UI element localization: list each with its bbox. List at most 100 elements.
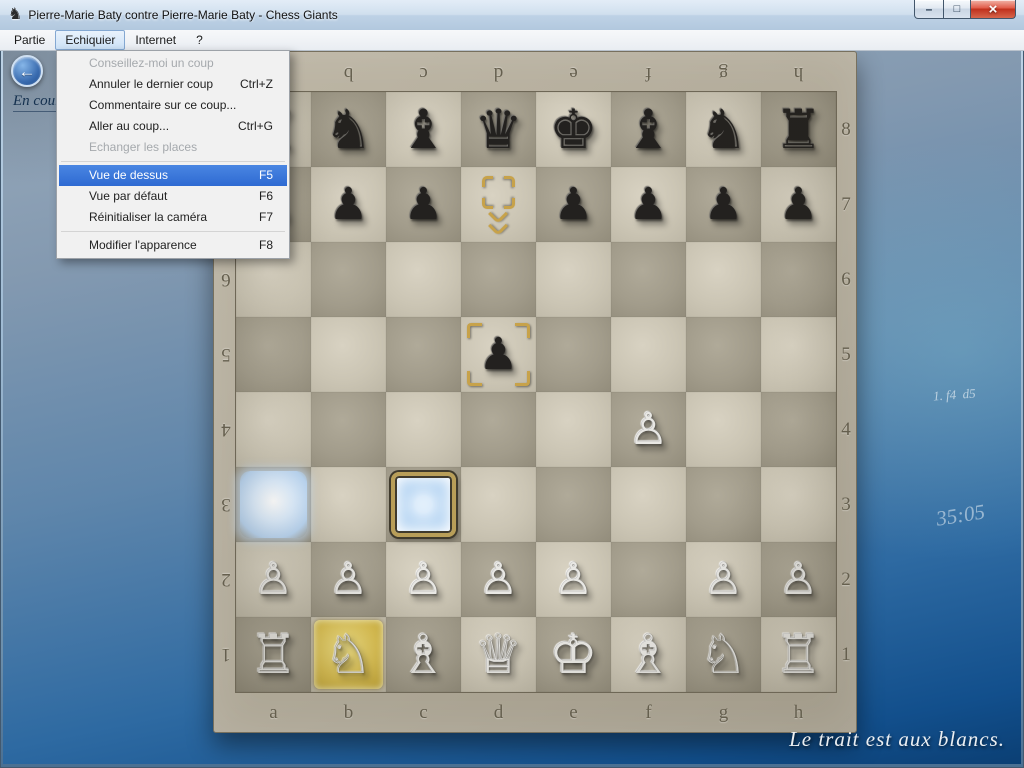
back-arrow-icon: ← [19, 63, 36, 80]
file-label-bottom-h: h [761, 697, 836, 729]
maximize-icon: □ [954, 4, 961, 15]
piece-bp-h7[interactable]: ♟ [761, 167, 836, 242]
menu-item-shortcut: F5 [259, 168, 273, 182]
square-f3[interactable] [611, 467, 686, 542]
piece-wp-c2[interactable]: ♙ [386, 542, 461, 617]
square-g3[interactable] [686, 467, 761, 542]
menu-item-label: Modifier l'apparence [89, 238, 197, 252]
menubar-item-help[interactable]: ? [186, 30, 213, 50]
rank-label-right-3: 3 [836, 467, 856, 542]
piece-wn-b1[interactable]: ♘ [311, 617, 386, 692]
menu-item[interactable]: Modifier l'apparenceF8 [59, 235, 287, 256]
piece-wp-b2[interactable]: ♙ [311, 542, 386, 617]
menu-item[interactable]: Vue par défautF6 [59, 186, 287, 207]
square-g4[interactable] [686, 392, 761, 467]
piece-wp-g2[interactable]: ♙ [686, 542, 761, 617]
piece-wq-d1[interactable]: ♕ [461, 617, 536, 692]
piece-wp-d2[interactable]: ♙ [461, 542, 536, 617]
file-label-top-h: h [761, 59, 836, 87]
close-button[interactable]: × [970, 0, 1016, 19]
piece-wp-a2[interactable]: ♙ [236, 542, 311, 617]
piece-wk-e1[interactable]: ♔ [536, 617, 611, 692]
square-e5[interactable] [536, 317, 611, 392]
square-a4[interactable] [236, 392, 311, 467]
square-h6[interactable] [761, 242, 836, 317]
square-h5[interactable] [761, 317, 836, 392]
piece-bp-e7[interactable]: ♟ [536, 167, 611, 242]
piece-bn-b8[interactable]: ♞ [311, 92, 386, 167]
piece-wn-g1[interactable]: ♘ [686, 617, 761, 692]
rank-label-right-4: 4 [836, 392, 856, 467]
square-b4[interactable] [311, 392, 386, 467]
menu-item[interactable]: Vue de dessusF5 [59, 165, 287, 186]
square-c5[interactable] [386, 317, 461, 392]
menubar-item-echiquier[interactable]: Echiquier [55, 30, 125, 50]
piece-wp-h2[interactable]: ♙ [761, 542, 836, 617]
square-b5[interactable] [311, 317, 386, 392]
square-h3[interactable] [761, 467, 836, 542]
rank-label-left-5: 5 [216, 317, 236, 392]
rank-label-right-2: 2 [836, 542, 856, 617]
piece-bp-f7[interactable]: ♟ [611, 167, 686, 242]
square-e6[interactable] [536, 242, 611, 317]
square-d6[interactable] [461, 242, 536, 317]
menubar-item-internet[interactable]: Internet [125, 30, 186, 50]
chevron [488, 216, 508, 236]
piece-wr-h1[interactable]: ♖ [761, 617, 836, 692]
piece-bq-d8[interactable]: ♛ [461, 92, 536, 167]
piece-bb-c8[interactable]: ♝ [386, 92, 461, 167]
menu-item-label: Aller au coup... [89, 119, 169, 133]
piece-bp-b7[interactable]: ♟ [311, 167, 386, 242]
menu-item-label: Annuler le dernier coup [89, 77, 213, 91]
minimize-button[interactable]: – [914, 0, 944, 19]
piece-wp-e2[interactable]: ♙ [536, 542, 611, 617]
piece-br-h8[interactable]: ♜ [761, 92, 836, 167]
rank-label-left-2: 2 [216, 542, 236, 617]
piece-wr-a1[interactable]: ♖ [236, 617, 311, 692]
menu-item[interactable]: Aller au coup...Ctrl+G [59, 116, 287, 137]
menu-separator [61, 231, 285, 232]
piece-wp-f4[interactable]: ♙ [611, 392, 686, 467]
square-e4[interactable] [536, 392, 611, 467]
square-c4[interactable] [386, 392, 461, 467]
menu-separator [61, 161, 285, 162]
menu-item[interactable]: Annuler le dernier coupCtrl+Z [59, 74, 287, 95]
square-f6[interactable] [611, 242, 686, 317]
square-f2[interactable] [611, 542, 686, 617]
square-d3[interactable] [461, 467, 536, 542]
piece-wb-f1[interactable]: ♗ [611, 617, 686, 692]
square-h4[interactable] [761, 392, 836, 467]
titlebar[interactable]: ♞ Pierre-Marie Baty contre Pierre-Marie … [0, 0, 1024, 30]
piece-bp-c7[interactable]: ♟ [386, 167, 461, 242]
square-d4[interactable] [461, 392, 536, 467]
square-b6[interactable] [311, 242, 386, 317]
rank-label-right-5: 5 [836, 317, 856, 392]
piece-wb-c1[interactable]: ♗ [386, 617, 461, 692]
rank-label-right-7: 7 [836, 167, 856, 242]
rank-label-left-1: 1 [216, 617, 236, 692]
menu-item[interactable]: Commentaire sur ce coup... [59, 95, 287, 116]
menu-item-label: Vue par défaut [89, 189, 167, 203]
piece-bn-g8[interactable]: ♞ [686, 92, 761, 167]
file-label-top-b: b [311, 59, 386, 87]
piece-bk-e8[interactable]: ♚ [536, 92, 611, 167]
menubar-item-partie[interactable]: Partie [4, 30, 55, 50]
square-g6[interactable] [686, 242, 761, 317]
square-c6[interactable] [386, 242, 461, 317]
menu-item[interactable]: Réinitialiser la caméraF7 [59, 207, 287, 228]
square-b3[interactable] [311, 467, 386, 542]
piece-bp-d5[interactable]: ♟ [461, 317, 536, 392]
piece-bp-g7[interactable]: ♟ [686, 167, 761, 242]
square-f5[interactable] [611, 317, 686, 392]
square-e3[interactable] [536, 467, 611, 542]
back-button[interactable]: ← [11, 55, 43, 87]
maximize-button[interactable]: □ [943, 0, 971, 19]
move-list-text: 1. f4 d5 [932, 386, 976, 405]
piece-bb-f8[interactable]: ♝ [611, 92, 686, 167]
menu-item-label: Réinitialiser la caméra [89, 210, 207, 224]
menubar: PartieEchiquierInternet? [0, 30, 1024, 51]
file-label-bottom-a: a [236, 697, 311, 729]
square-a5[interactable] [236, 317, 311, 392]
square-g5[interactable] [686, 317, 761, 392]
rank-label-left-3: 3 [216, 467, 236, 542]
